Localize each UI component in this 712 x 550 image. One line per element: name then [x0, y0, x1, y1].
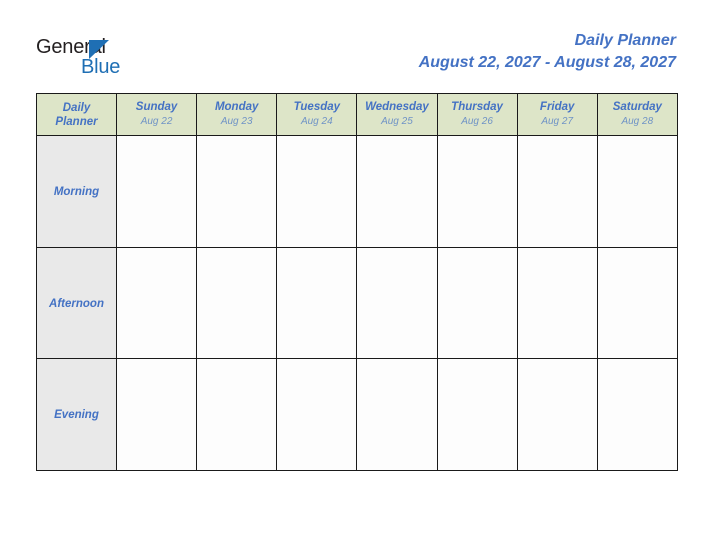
day-name-friday: Friday [539, 101, 575, 113]
slot-evening-wednesday[interactable] [356, 358, 438, 471]
day-name-sunday: Sunday [135, 101, 178, 113]
slot-morning-friday[interactable] [516, 135, 598, 248]
slot-afternoon-saturday[interactable] [596, 246, 678, 360]
day-header-monday[interactable]: Monday Aug 23 [196, 93, 278, 136]
day-header-sunday[interactable]: Sunday Aug 22 [115, 93, 198, 136]
slot-afternoon-sunday[interactable] [115, 246, 198, 360]
period-label-morning: Morning [53, 186, 100, 199]
brand-word-blue: Blue [81, 56, 121, 78]
slot-evening-friday[interactable] [516, 358, 598, 471]
page-title: Daily Planner [574, 32, 676, 49]
corner-label-line1: Daily [62, 101, 91, 114]
day-header-wednesday[interactable]: Wednesday Aug 25 [356, 93, 438, 136]
day-date-sunday: Aug 22 [140, 116, 173, 127]
day-name-monday: Monday [214, 101, 259, 113]
slot-evening-saturday[interactable] [596, 358, 678, 471]
corner-label-line2: Planner [55, 115, 98, 128]
table-row: Evening [36, 358, 678, 471]
date-range: August 22, 2027 - August 28, 2027 [418, 54, 676, 71]
day-date-wednesday: Aug 25 [381, 116, 413, 127]
day-name-tuesday: Tuesday [293, 101, 341, 113]
day-date-friday: Aug 27 [541, 116, 574, 127]
period-label-evening: Evening [54, 409, 99, 422]
slot-morning-tuesday[interactable] [276, 135, 358, 248]
day-name-saturday: Saturday [612, 101, 662, 113]
table-row: Afternoon [36, 246, 678, 360]
slot-evening-monday[interactable] [196, 358, 278, 471]
slot-morning-thursday[interactable] [436, 135, 518, 248]
slot-evening-sunday[interactable] [115, 358, 198, 471]
planner-table: Daily Planner Sunday Aug 22 Monday Aug 2… [36, 93, 678, 471]
slot-evening-thursday[interactable] [436, 358, 518, 471]
slot-morning-monday[interactable] [196, 135, 278, 248]
day-header-friday[interactable]: Friday Aug 27 [516, 93, 598, 136]
brand-logo[interactable]: General Blue [36, 37, 166, 79]
day-date-tuesday: Aug 24 [300, 116, 333, 127]
corner-header-cell: Daily Planner [36, 93, 117, 136]
slot-afternoon-monday[interactable] [196, 246, 278, 360]
slot-afternoon-friday[interactable] [516, 246, 598, 360]
slot-afternoon-thursday[interactable] [436, 246, 518, 360]
period-label-cell-morning: Morning [36, 135, 117, 248]
period-label-cell-afternoon: Afternoon [36, 246, 117, 360]
page-header: General Blue Daily Planner August 22, 20… [0, 0, 712, 93]
day-date-monday: Aug 23 [220, 116, 253, 127]
slot-morning-sunday[interactable] [115, 135, 198, 248]
planner-table-container: Daily Planner Sunday Aug 22 Monday Aug 2… [36, 93, 678, 471]
day-name-thursday: Thursday [451, 101, 503, 113]
slot-afternoon-wednesday[interactable] [356, 246, 438, 360]
day-header-tuesday[interactable]: Tuesday Aug 24 [276, 93, 358, 136]
slot-afternoon-tuesday[interactable] [276, 246, 358, 360]
day-header-thursday[interactable]: Thursday Aug 26 [436, 93, 518, 136]
day-date-saturday: Aug 28 [621, 116, 654, 127]
slot-evening-tuesday[interactable] [276, 358, 358, 471]
day-header-saturday[interactable]: Saturday Aug 28 [596, 93, 678, 136]
table-row: Morning [36, 135, 678, 248]
title-block: Daily Planner August 22, 2027 - August 2… [419, 30, 676, 74]
period-label-afternoon: Afternoon [49, 297, 104, 310]
table-header-row: Daily Planner Sunday Aug 22 Monday Aug 2… [36, 93, 678, 136]
period-label-cell-evening: Evening [36, 358, 117, 471]
slot-morning-wednesday[interactable] [356, 135, 438, 248]
day-name-wednesday: Wednesday [365, 101, 429, 113]
slot-morning-saturday[interactable] [596, 135, 678, 248]
day-date-thursday: Aug 26 [461, 116, 493, 127]
